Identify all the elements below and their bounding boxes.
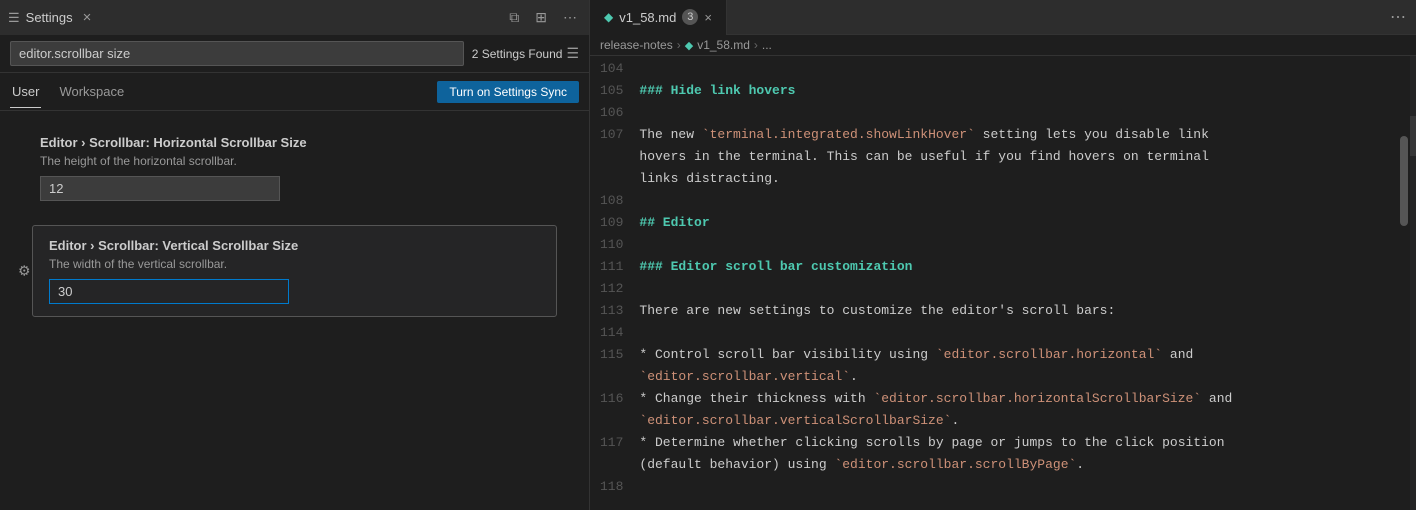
horizontal-size-input[interactable]: [40, 176, 280, 201]
line-115: * Control scroll bar visibility using `e…: [639, 344, 1376, 366]
code-area: ### Hide link hovers The new `terminal.i…: [639, 56, 1396, 510]
settings-content: Editor › Scrollbar: Horizontal Scrollbar…: [0, 111, 589, 510]
tab-file-icon: ◆: [604, 10, 613, 24]
settings-panel: ☰ Settings × ⧉ ⊞ ⋯ 2 Settings Found ☰ Us…: [0, 0, 590, 510]
line-104: [639, 58, 1376, 80]
editor-content: 104 105 106 107 108 109 110 111 112 113 …: [590, 56, 1416, 510]
tab-user[interactable]: User: [10, 76, 41, 108]
line-113: There are new settings to customize the …: [639, 300, 1376, 322]
tab-filename: v1_58.md: [619, 10, 676, 25]
line-107: The new `terminal.integrated.showLinkHov…: [639, 124, 1376, 146]
setting-item-vertical: Editor › Scrollbar: Vertical Scrollbar S…: [32, 225, 557, 317]
settings-found-badge: 2 Settings Found ☰: [472, 45, 579, 62]
line-107b: hovers in the terminal. This can be usef…: [639, 146, 1376, 168]
editor-tabs-bar: ◆ v1_58.md 3 × ⋯: [590, 0, 1416, 35]
split-editor-button[interactable]: ⧉: [505, 7, 523, 28]
tab-close-icon[interactable]: ×: [704, 10, 712, 25]
line-108: [639, 190, 1376, 212]
setting-desc-vertical: The width of the vertical scrollbar.: [49, 257, 540, 271]
editor-more-button[interactable]: ⋯: [1380, 7, 1416, 27]
editor-minimap: [1410, 56, 1416, 510]
vertical-size-input[interactable]: [49, 279, 289, 304]
line-109: ## Editor: [639, 212, 1376, 234]
editor-breadcrumb: release-notes › ◆ v1_58.md › ...: [590, 35, 1416, 56]
editor-scrollbar-thumb[interactable]: [1400, 136, 1408, 226]
settings-title-group: ☰ Settings ×: [8, 7, 95, 28]
line-117b: (default behavior) using `editor.scrollb…: [639, 454, 1376, 476]
line-115b: `editor.scrollbar.vertical`.: [639, 366, 1376, 388]
line-110: [639, 234, 1376, 256]
menu-icon: ☰: [8, 10, 20, 26]
sync-settings-button[interactable]: Turn on Settings Sync: [437, 81, 579, 103]
filter-icon[interactable]: ☰: [566, 45, 579, 62]
setting-title-horizontal: Editor › Scrollbar: Horizontal Scrollbar…: [40, 135, 569, 150]
line-118: [639, 476, 1376, 498]
setting-title-vertical: Editor › Scrollbar: Vertical Scrollbar S…: [49, 238, 540, 253]
line-114: [639, 322, 1376, 344]
gear-icon: ⚙: [18, 263, 31, 280]
tab-modified-badge: 3: [682, 9, 698, 25]
breadcrumb-file-icon: ◆: [685, 39, 693, 52]
line-117: * Determine whether clicking scrolls by …: [639, 432, 1376, 454]
settings-titlebar: ☰ Settings × ⧉ ⊞ ⋯: [0, 0, 589, 35]
more-actions-button[interactable]: ⋯: [559, 7, 581, 28]
settings-tabs-bar: User Workspace Turn on Settings Sync: [0, 73, 589, 111]
setting-item-horizontal: Editor › Scrollbar: Horizontal Scrollbar…: [0, 127, 589, 217]
breadcrumb-release-notes[interactable]: release-notes: [600, 38, 673, 52]
settings-search-bar: 2 Settings Found ☰: [0, 35, 589, 73]
line-107c: links distracting.: [639, 168, 1376, 190]
line-111: ### Editor scroll bar customization: [639, 256, 1376, 278]
layout-button[interactable]: ⊞: [531, 7, 551, 28]
settings-title-label: Settings: [26, 10, 73, 25]
setting-desc-horizontal: The height of the horizontal scrollbar.: [40, 154, 569, 168]
breadcrumb-ellipsis[interactable]: ...: [762, 38, 772, 52]
breadcrumb-filename[interactable]: v1_58.md: [697, 38, 750, 52]
line-105: ### Hide link hovers: [639, 80, 1376, 102]
titlebar-icons-group: ⧉ ⊞ ⋯: [505, 7, 581, 28]
line-116: * Change their thickness with `editor.sc…: [639, 388, 1376, 410]
settings-search-input[interactable]: [10, 41, 464, 66]
editor-panel: ◆ v1_58.md 3 × ⋯ release-notes › ◆ v1_58…: [590, 0, 1416, 510]
line-106: [639, 102, 1376, 124]
tab-workspace[interactable]: Workspace: [57, 76, 126, 108]
found-count-label: 2 Settings Found: [472, 47, 563, 61]
settings-close-button[interactable]: ×: [79, 7, 96, 28]
line-112: [639, 278, 1376, 300]
line-116b: `editor.scrollbar.verticalScrollbarSize`…: [639, 410, 1376, 432]
editor-tab-v158[interactable]: ◆ v1_58.md 3 ×: [590, 0, 727, 35]
editor-scrollbar-track[interactable]: [1396, 56, 1410, 510]
line-numbers: 104 105 106 107 108 109 110 111 112 113 …: [590, 56, 639, 510]
minimap-visible-region: [1410, 116, 1416, 156]
